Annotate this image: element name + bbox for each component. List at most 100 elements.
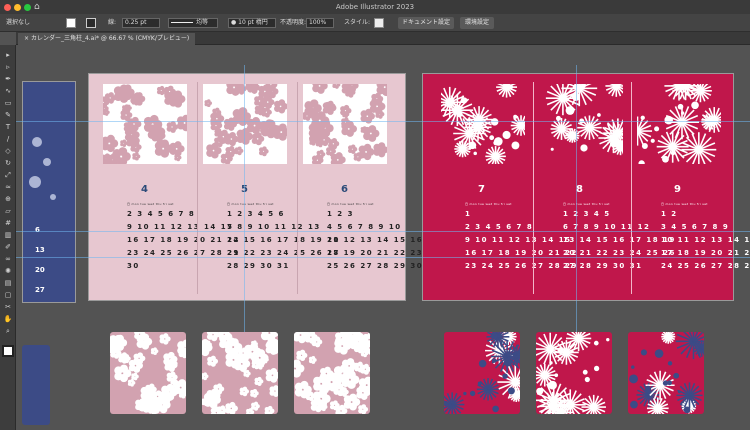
stroke-profile-value: 均等: [196, 19, 209, 26]
paintbrush-tool-icon[interactable]: ✎: [3, 111, 13, 120]
gradient-tool-icon[interactable]: ▥: [3, 231, 13, 240]
pattern-art[interactable]: [539, 84, 623, 164]
type-tool-icon[interactable]: T: [3, 123, 13, 132]
pattern-art[interactable]: [103, 84, 187, 164]
weekday-header: 日 mon tue wed thu fri sat: [127, 202, 174, 206]
navy-pattern-tile[interactable]: [22, 345, 50, 425]
fill-swatch[interactable]: [66, 18, 76, 28]
panel-divider: [533, 82, 534, 294]
eyedropper-tool-icon[interactable]: ✐: [3, 243, 13, 252]
mesh-tool-icon[interactable]: #: [3, 219, 13, 228]
hand-tool-icon[interactable]: ✋: [3, 315, 13, 324]
pattern-art[interactable]: [441, 84, 525, 164]
direct-selection-tool-icon[interactable]: ▹: [3, 63, 13, 72]
spring-calendar-panel[interactable]: 4 日 mon tue wed thu fri sat 2 3 4 5 6 7 8 9…: [88, 73, 438, 301]
calendar-week-row: 1 2 3 4 5: [563, 210, 611, 218]
calendar-week-row: 23 24 25 26 27 28 29: [465, 262, 578, 270]
weekday-header: 日 mon tue wed thu fri sat: [227, 202, 274, 206]
summer-calendar-panel[interactable]: 7 日 mon tue wed thu fri sat 1 2 3 4 5 6 7 8…: [422, 73, 750, 301]
rectangle-tool-icon[interactable]: ▭: [3, 99, 13, 108]
artboard-tool-icon[interactable]: ▢: [3, 291, 13, 300]
calendar-week-row: 16 17 18 19 20 21 22: [465, 249, 578, 257]
pattern-art[interactable]: [203, 84, 287, 164]
vertical-guide: [244, 65, 245, 335]
zoom-tool-icon[interactable]: ⌕: [3, 327, 13, 336]
pink-pattern-tile-1[interactable]: [110, 332, 186, 414]
panel-divider: [631, 82, 632, 294]
red-pattern-tile-1[interactable]: [444, 332, 520, 414]
calendar-week-row: 1: [465, 210, 472, 218]
calendar-week-row: 23 24 25 26 27 28 29: [127, 249, 240, 257]
calendar-week-row: 1 2 3 4 5 6: [227, 210, 285, 218]
width-tool-icon[interactable]: ≈: [3, 183, 13, 192]
stroke-weight-label: 線:: [108, 19, 117, 26]
opacity-label: 不透明度:: [280, 19, 307, 26]
artboard-canvas[interactable]: 6 13 20 27 4 日 mon tue wed thu fri sat 2 3 4 …: [16, 45, 750, 430]
app-title: Adobe Illustrator 2023: [335, 3, 415, 11]
brush-dot-icon: ●: [231, 19, 237, 26]
rotate-tool-icon[interactable]: ↻: [3, 159, 13, 168]
svg-text:6: 6: [35, 226, 40, 234]
blend-tool-icon[interactable]: ∞: [3, 255, 13, 264]
calendar-week-row: 7 8 9 10 11 12 13: [227, 223, 321, 231]
red-pattern-tile-3[interactable]: [628, 332, 704, 414]
svg-text:27: 27: [35, 286, 45, 294]
horizontal-guide: [16, 257, 750, 258]
month-label: 8: [576, 184, 583, 195]
document-tab[interactable]: × カレンダー_三角柱_4.ai* @ 66.67 % (CMYK/プレビュー): [18, 33, 196, 45]
month-label: 7: [478, 184, 485, 195]
symbol-sprayer-tool-icon[interactable]: ✺: [3, 267, 13, 276]
calendar-week-row: 16 17 18 19 20 21 22: [127, 236, 240, 244]
calendar-week-row: 2 3 4 5 6 7 8: [465, 223, 534, 231]
graphic-style-swatch[interactable]: [374, 18, 384, 28]
curvature-tool-icon[interactable]: ∿: [3, 87, 13, 96]
red-pattern-tile-2[interactable]: [536, 332, 612, 414]
document-setup-button[interactable]: ドキュメント設定: [398, 17, 454, 29]
calendar-week-row: 13 14 15 16 17 18 19: [563, 236, 676, 244]
calendar-week-row: 4 5 6 7 8 9 10: [327, 223, 402, 231]
calendar-week-row: 30: [127, 262, 140, 270]
perspective-tool-icon[interactable]: ▱: [3, 207, 13, 216]
weekday-header: 日 mon tue wed thu fri sat: [563, 202, 610, 206]
shape-builder-tool-icon[interactable]: ⊕: [3, 195, 13, 204]
stroke-weight-field[interactable]: 0.25 pt: [122, 18, 160, 28]
calendar-week-row: 3 4 5 6 7 8 9: [661, 223, 730, 231]
pen-tool-icon[interactable]: ✒: [3, 75, 13, 84]
graph-tool-icon[interactable]: ▤: [3, 279, 13, 288]
calendar-week-row: 24 25 26 27 28 29 30: [661, 262, 750, 270]
month-label: 9: [674, 184, 681, 195]
selection-status: 選択なし: [6, 19, 31, 26]
eraser-tool-icon[interactable]: ◇: [3, 147, 13, 156]
tab-close-icon[interactable]: ×: [24, 35, 29, 42]
fill-stroke-indicator[interactable]: [2, 345, 14, 357]
style-label: スタイル:: [344, 19, 371, 26]
calendar-week-row: 1 2 3: [327, 210, 354, 218]
opacity-field[interactable]: 100%: [306, 18, 334, 28]
calendar-week-row: 25 26 27 28 29 30: [327, 262, 424, 270]
stroke-line-icon: [171, 22, 193, 23]
line-tool-icon[interactable]: /: [3, 135, 13, 144]
stroke-swatch[interactable]: [86, 18, 96, 28]
svg-text:13: 13: [35, 246, 45, 254]
pattern-art[interactable]: [303, 84, 387, 164]
horizontal-guide: [16, 231, 750, 232]
stroke-profile-select[interactable]: 均等: [168, 18, 218, 28]
title-bar: ⌂ Adobe Illustrator 2023: [0, 0, 750, 14]
navy-calendar-panel[interactable]: 6 13 20 27: [22, 81, 76, 303]
slice-tool-icon[interactable]: ✂: [3, 303, 13, 312]
selection-tool-icon[interactable]: ▸: [3, 51, 13, 60]
calendar-week-row: 9 10 11 12 13 14 15: [465, 236, 572, 244]
pink-pattern-tile-2[interactable]: [202, 332, 278, 414]
scale-tool-icon[interactable]: ⤢: [3, 171, 13, 180]
panel-divider: [197, 82, 198, 294]
calendar-week-row: 9 10 11 12 13 14 15: [127, 223, 234, 231]
pink-pattern-tile-3[interactable]: [294, 332, 370, 414]
pattern-art[interactable]: [637, 84, 721, 164]
svg-text:20: 20: [35, 266, 45, 274]
month-label: 6: [341, 184, 348, 195]
brush-select[interactable]: ● 10 pt 楕円: [228, 18, 276, 28]
preferences-button[interactable]: 環境設定: [460, 17, 494, 29]
tools-panel: ▸ ▹ ✒ ∿ ▭ ✎ T / ◇ ↻ ⤢ ≈ ⊕ ▱ # ▥ ✐ ∞ ✺ ▤ ▢ ✂ ✋ ⌕: [0, 45, 16, 430]
calendar-week-row: 17 18 19 20 21 22 23: [661, 249, 750, 257]
panel-divider: [297, 82, 298, 294]
